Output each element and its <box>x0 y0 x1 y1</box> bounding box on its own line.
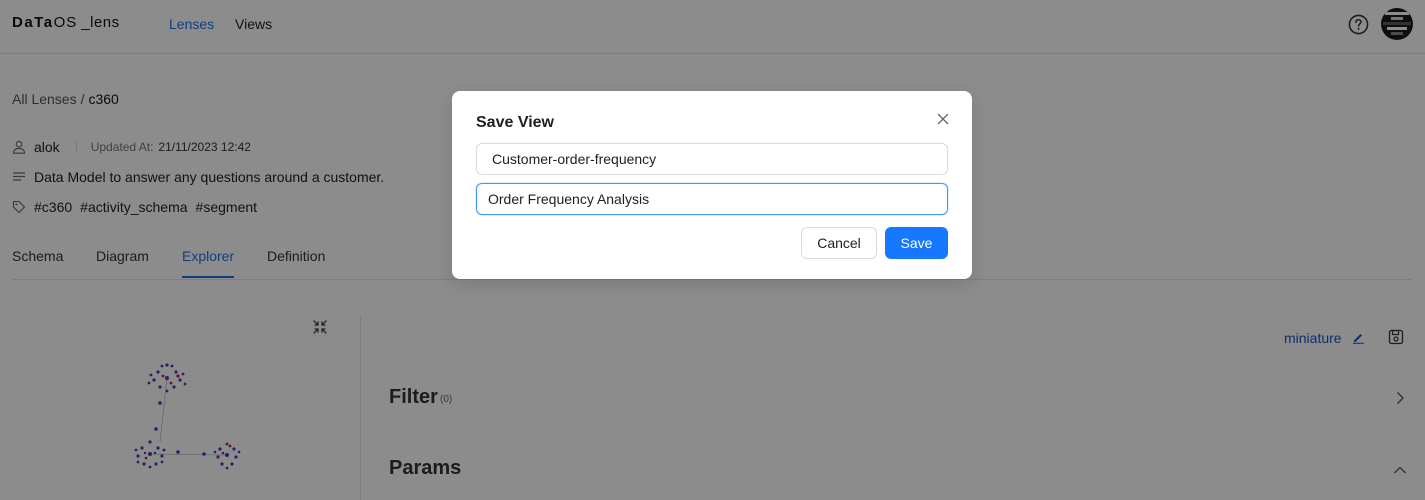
modal-title: Save View <box>476 114 554 131</box>
view-name-input[interactable] <box>476 143 948 175</box>
save-button[interactable]: Save <box>885 227 948 259</box>
cancel-button[interactable]: Cancel <box>801 227 877 259</box>
view-description-input[interactable] <box>476 183 948 215</box>
close-icon[interactable] <box>936 112 950 126</box>
save-view-modal: Save View Cancel Save <box>452 91 972 279</box>
